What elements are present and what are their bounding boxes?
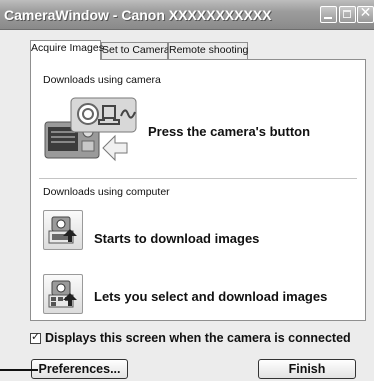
title-bar[interactable]: CameraWindow - Canon XXXXXXXXXXX ✕ — [0, 0, 374, 30]
maximize-icon — [343, 10, 351, 18]
select-download-images-button[interactable] — [43, 274, 83, 314]
download-images-button[interactable] — [43, 210, 83, 250]
camerawindow-dialog: CameraWindow - Canon XXXXXXXXXXX ✕ Acqui… — [0, 0, 374, 381]
startup-checkbox[interactable]: ✓ — [30, 330, 41, 344]
preferences-button[interactable]: Preferences... — [31, 359, 128, 379]
checkmark-icon: ✓ — [31, 330, 41, 343]
download-images-text[interactable]: Starts to download images — [94, 231, 259, 246]
callout-pointer-line — [0, 369, 38, 371]
camera-download-icon — [48, 216, 77, 244]
startup-checkbox-label[interactable]: Displays this screen when the camera is … — [45, 331, 351, 345]
minimize-button[interactable] — [320, 6, 337, 23]
tab-remote-shooting[interactable]: Remote shooting — [168, 42, 248, 59]
computer-section-label: Downloads using computer — [43, 186, 170, 198]
maximize-button[interactable] — [339, 6, 356, 23]
acquire-images-panel: Downloads using camera Press the camera'… — [30, 59, 366, 321]
close-icon: ✕ — [359, 5, 372, 21]
camera-section-label: Downloads using camera — [43, 74, 161, 86]
camera-action-text: Press the camera's button — [148, 124, 311, 139]
finish-button[interactable]: Finish — [258, 359, 356, 379]
window-title: CameraWindow - Canon XXXXXXXXXXX — [4, 7, 272, 23]
tab-set-to-camera[interactable]: Set to Camera — [101, 42, 170, 59]
close-button[interactable]: ✕ — [357, 5, 374, 23]
section-divider — [39, 178, 357, 179]
camera-select-download-icon — [48, 280, 77, 308]
camera-button-icon — [43, 96, 138, 162]
minimize-icon — [324, 17, 332, 19]
select-download-images-text[interactable]: Lets you select and download images — [94, 289, 327, 304]
tab-acquire-images[interactable]: Acquire Images — [30, 40, 104, 60]
